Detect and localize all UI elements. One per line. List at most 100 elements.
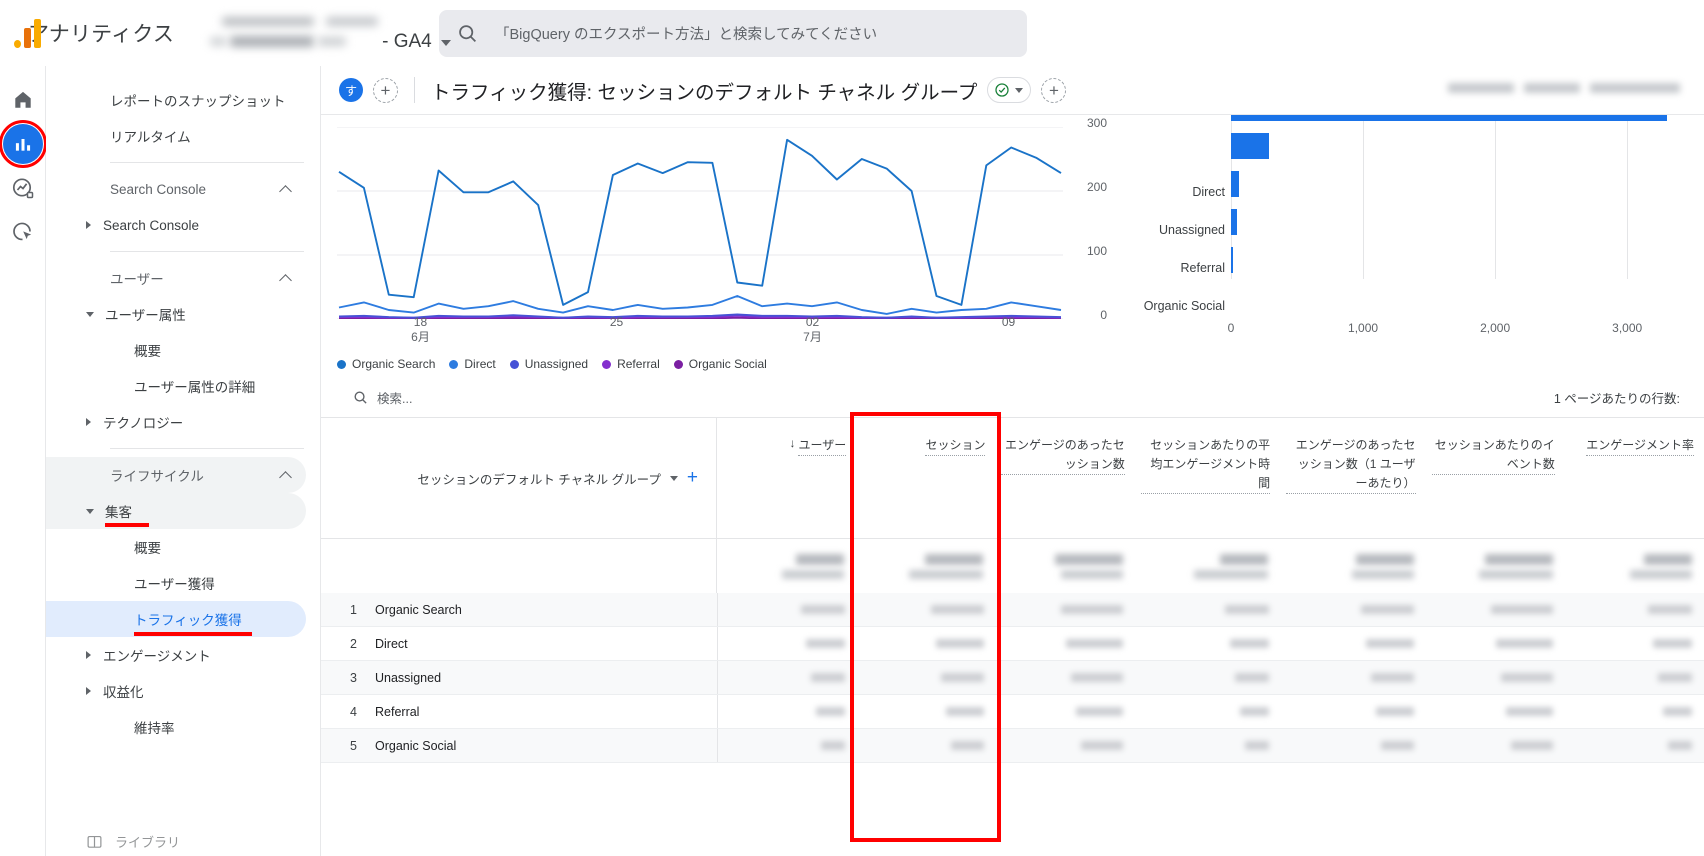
sidebar-item-demographic-details[interactable]: ユーザー属性の詳細 (46, 368, 306, 404)
row-metric-4 (1281, 639, 1426, 648)
rail-item-advertising[interactable] (3, 212, 43, 252)
y-axis-tick: 200 (1086, 180, 1107, 194)
redacted-subvalue (782, 569, 845, 579)
sidebar-item-realtime[interactable]: リアルタイム (46, 118, 306, 154)
row-metric-3 (1135, 673, 1280, 682)
sidebar-group-monetization[interactable]: 収益化 (46, 673, 306, 709)
bar-grid-line (1363, 115, 1365, 279)
table-header-row: セッションのデフォルト チャネル グループ + ↓ ユーザー セッション エンゲージの… (321, 417, 1704, 539)
table-row[interactable]: 4 Referral (321, 695, 1704, 729)
sidebar-item-retention[interactable]: 維持率 (46, 709, 306, 745)
rail-item-explore[interactable] (3, 168, 43, 208)
table-row[interactable]: 3 Unassigned (321, 661, 1704, 695)
table-row[interactable]: 2 Direct (321, 627, 1704, 661)
sidebar-item-reports-snapshot[interactable]: レポートのスナップショット (46, 82, 306, 118)
redacted-value (1239, 707, 1269, 716)
redacted-value (1229, 639, 1269, 648)
table-search-input[interactable]: 検索... (353, 388, 412, 407)
sidebar-section-search-console[interactable]: Search Console (46, 171, 306, 207)
sidebar-group-engagement[interactable]: エンゲージメント (46, 637, 306, 673)
redacted-subvalue (1351, 569, 1414, 579)
sidebar-item-traffic-acquisition[interactable]: トラフィック獲得 (46, 601, 306, 637)
line-chart-svg[interactable] (337, 126, 1063, 320)
sidebar-group-search-console[interactable]: Search Console (46, 207, 306, 243)
property-selector[interactable]: - GA4 (206, 11, 451, 55)
report-avatar-chip[interactable]: す (339, 78, 363, 102)
rows-per-page-label[interactable]: 1 ページあたりの行数: (1554, 388, 1680, 407)
metric-header-1[interactable]: セッション (856, 418, 995, 538)
sidebar-item-library[interactable]: ライブラリ (46, 826, 320, 856)
sidebar-item-user-acquisition[interactable]: ユーザー獲得 (46, 565, 306, 601)
row-metric-4 (1281, 605, 1426, 614)
sidebar-item-demographics-overview[interactable]: 概要 (46, 332, 306, 368)
sidebar-section-user[interactable]: ユーザー (46, 260, 306, 296)
bar-category-label: Referral (1180, 261, 1225, 275)
redacted-value (1653, 639, 1693, 648)
report-status-badge[interactable] (987, 77, 1032, 103)
add-report-button[interactable]: + (1041, 77, 1067, 103)
rail-item-reports[interactable] (0, 120, 47, 168)
row-metric-0 (718, 605, 857, 614)
add-comparison-button[interactable]: + (373, 77, 398, 103)
bar-x-axis-tick: 3,000 (1612, 321, 1643, 335)
legend-label: Referral (617, 357, 660, 371)
bar-organic-search[interactable] (1231, 115, 1667, 121)
table-rows: 1 Organic Search 2 Direct 3 Unassigned 4 Referr… (321, 593, 1704, 763)
bar-chart: Direct Unassigned Referral Organic Social 0… (1113, 115, 1704, 377)
row-channel-name: Organic Social (375, 738, 457, 753)
table-row[interactable]: 1 Organic Search (321, 593, 1704, 627)
table-totals-row (321, 539, 1704, 593)
legend-swatch (509, 359, 519, 369)
sidebar-group-demographics[interactable]: ユーザー属性 (46, 296, 306, 332)
sidebar-item-label: ライブラリ (115, 834, 181, 850)
sidebar-item-label: 収益化 (103, 685, 144, 700)
sidebar-group-acquisition[interactable]: 集客 (46, 493, 306, 529)
metric-header-2[interactable]: エンゲージのあったセッション数 (995, 418, 1134, 538)
legend-item[interactable]: Unassigned (509, 357, 588, 371)
metric-header-0[interactable]: ↓ ユーザー (717, 418, 856, 538)
metric-header-4[interactable]: エンゲージのあったセッション数（1 ユーザーあたり） (1280, 418, 1425, 538)
totals-cell-3 (1135, 553, 1281, 579)
data-table-area: 検索... 1 ページあたりの行数: セッションのデフォルト チャネル グループ… (321, 377, 1704, 856)
legend-item[interactable]: Referral (602, 357, 660, 371)
redacted-value (821, 741, 846, 750)
report-header: す + トラフィック獲得: セッションのデフォルト チャネル グループ + (321, 66, 1704, 114)
bar-chart-plot[interactable] (1231, 115, 1680, 279)
legend-item[interactable]: Organic Search (337, 357, 435, 371)
row-index: 3 (350, 670, 357, 685)
redacted-value (1220, 553, 1269, 565)
redacted-value (1076, 707, 1124, 716)
sidebar-group-tech[interactable]: テクノロジー (46, 404, 306, 440)
row-index: 1 (350, 602, 357, 617)
bar-x-axis-tick: 2,000 (1480, 321, 1511, 335)
bar-referral[interactable] (1231, 209, 1237, 235)
sidebar-section-label: Search Console (110, 181, 207, 197)
metric-header-3[interactable]: セッションあたりの平均エンゲージメント時間 (1135, 418, 1280, 538)
search-input[interactable]: 「BigQuery のエクスポート方法」と検索してみてください (439, 9, 1027, 57)
rail-item-home[interactable] (3, 80, 43, 120)
redacted-value (796, 553, 845, 565)
totals-cell-0 (717, 553, 856, 579)
sidebar-item-acquisition-overview[interactable]: 概要 (46, 529, 306, 565)
chevron-down-icon[interactable] (669, 475, 678, 481)
sidebar-item-label: 維持率 (134, 721, 175, 736)
bar-unassigned[interactable] (1231, 171, 1239, 197)
bar-direct[interactable] (1231, 133, 1270, 159)
metric-header-6[interactable]: エンゲージメント率 (1565, 418, 1704, 538)
table-header-dimension[interactable]: セッションのデフォルト チャネル グループ + (321, 418, 717, 538)
redacted-subvalue (1194, 569, 1269, 579)
legend-item[interactable]: Direct (449, 357, 496, 371)
redacted-value (1365, 639, 1414, 648)
triangle-right-icon (86, 418, 91, 426)
row-metric-6 (1565, 707, 1704, 716)
sidebar-section-lifecycle[interactable]: ライフサイクル (46, 457, 306, 493)
metric-header-label: エンゲージのあったセッション数（1 ユーザーあたり） (1286, 436, 1416, 494)
metric-header-5[interactable]: セッションあたりのイベント数 (1426, 418, 1565, 538)
row-metric-6 (1565, 639, 1704, 648)
bar-organic-social[interactable] (1231, 247, 1233, 273)
metric-header-label: エンゲージメント率 (1586, 436, 1694, 456)
legend-item[interactable]: Organic Social (673, 357, 767, 371)
table-row[interactable]: 5 Organic Social (321, 729, 1704, 763)
row-metric-3 (1135, 605, 1280, 614)
add-dimension-icon[interactable]: + (687, 468, 698, 487)
